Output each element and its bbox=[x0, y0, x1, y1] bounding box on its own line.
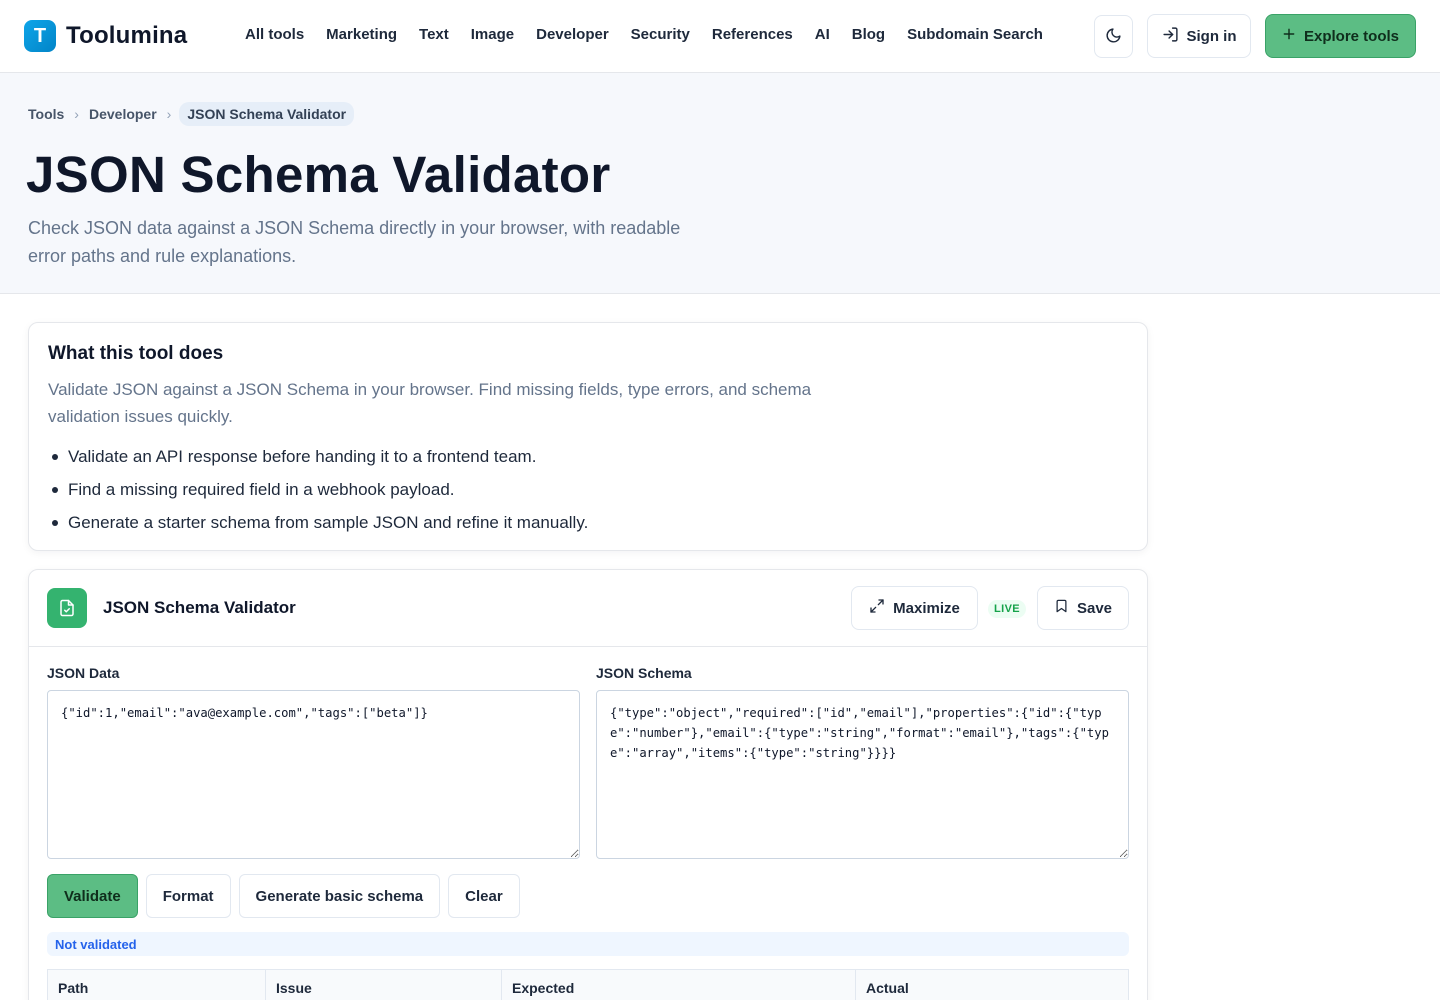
nav-item-subdomain-search[interactable]: Subdomain Search bbox=[907, 26, 1043, 43]
file-check-icon bbox=[47, 588, 87, 628]
nav-item-ai[interactable]: AI bbox=[815, 26, 830, 43]
breadcrumb: Tools › Developer › JSON Schema Validato… bbox=[28, 102, 355, 126]
format-button[interactable]: Format bbox=[145, 874, 231, 918]
column-header-issue: Issue bbox=[265, 969, 502, 1000]
save-button[interactable]: Save bbox=[1037, 586, 1129, 630]
column-header-expected: Expected bbox=[501, 969, 856, 1000]
hero-section: Tools › Developer › JSON Schema Validato… bbox=[0, 73, 1440, 294]
live-badge: LIVE bbox=[988, 600, 1027, 618]
nav-item-developer[interactable]: Developer bbox=[536, 26, 609, 43]
maximize-button[interactable]: Maximize bbox=[851, 586, 978, 630]
action-buttons: Validate Format Generate basic schema Cl… bbox=[47, 874, 520, 918]
save-label: Save bbox=[1076, 599, 1113, 617]
breadcrumb-current: JSON Schema Validator bbox=[179, 102, 355, 126]
nav-item-blog[interactable]: Blog bbox=[852, 26, 885, 43]
use-case-list: Validate an API response before handing … bbox=[48, 440, 588, 539]
nav-item-all-tools[interactable]: All tools bbox=[245, 26, 304, 43]
validate-button[interactable]: Validate bbox=[47, 874, 138, 918]
explore-tools-button[interactable]: Explore tools bbox=[1265, 14, 1416, 58]
chevron-right-icon: › bbox=[166, 106, 172, 122]
nav-item-text[interactable]: Text bbox=[419, 26, 449, 43]
tool-title: JSON Schema Validator bbox=[103, 598, 296, 617]
generate-schema-button[interactable]: Generate basic schema bbox=[238, 874, 441, 918]
nav-item-image[interactable]: Image bbox=[471, 26, 514, 43]
table-header-row: Path Issue Expected Actual bbox=[47, 969, 1129, 1000]
page-title: JSON Schema Validator bbox=[26, 146, 611, 203]
validation-status: Not validated bbox=[47, 932, 1129, 956]
list-item: Find a missing required field in a webho… bbox=[48, 473, 588, 506]
tool-header: JSON Schema Validator Maximize LIVE Save bbox=[29, 570, 1147, 647]
brand-link[interactable]: T Toolumina bbox=[24, 20, 187, 52]
top-navbar: T Toolumina All tools Marketing Text Ima… bbox=[0, 0, 1440, 73]
maximize-label: Maximize bbox=[893, 599, 960, 617]
about-card: What this tool does Validate JSON agains… bbox=[28, 322, 1148, 551]
bookmark-icon bbox=[1054, 598, 1069, 618]
nav-item-references[interactable]: References bbox=[712, 26, 793, 43]
sign-in-label: Sign in bbox=[1186, 27, 1237, 45]
breadcrumb-item-developer[interactable]: Developer bbox=[89, 106, 157, 122]
nav-item-security[interactable]: Security bbox=[631, 26, 690, 43]
main-nav: All tools Marketing Text Image Developer… bbox=[245, 26, 1065, 43]
plus-icon bbox=[1282, 27, 1296, 45]
theme-toggle-button[interactable] bbox=[1094, 15, 1133, 58]
column-header-path: Path bbox=[47, 969, 266, 1000]
tool-card: JSON Schema Validator Maximize LIVE Save… bbox=[28, 569, 1148, 1000]
page-subtitle: Check JSON data against a JSON Schema di… bbox=[28, 218, 681, 266]
json-schema-label: JSON Schema bbox=[596, 665, 692, 681]
chevron-right-icon: › bbox=[74, 106, 79, 122]
json-data-label: JSON Data bbox=[47, 665, 120, 681]
about-title: What this tool does bbox=[48, 343, 224, 364]
moon-icon bbox=[1105, 27, 1122, 47]
sign-in-button[interactable]: Sign in bbox=[1147, 14, 1251, 58]
list-item: Generate a starter schema from sample JS… bbox=[48, 506, 588, 539]
sign-in-icon bbox=[1162, 26, 1179, 47]
brand-logo: T bbox=[24, 20, 56, 52]
clear-button[interactable]: Clear bbox=[448, 874, 520, 918]
nav-item-marketing[interactable]: Marketing bbox=[326, 26, 397, 43]
maximize-icon bbox=[869, 598, 885, 618]
about-description: Validate JSON against a JSON Schema in y… bbox=[48, 380, 812, 426]
json-schema-input[interactable]: {"type":"object","required":["id","email… bbox=[596, 690, 1129, 859]
results-table: Path Issue Expected Actual bbox=[47, 969, 1129, 1000]
explore-tools-label: Explore tools bbox=[1303, 27, 1400, 45]
list-item: Validate an API response before handing … bbox=[48, 440, 588, 473]
json-data-input[interactable]: {"id":1,"email":"ava@example.com","tags"… bbox=[47, 690, 580, 859]
breadcrumb-item-tools[interactable]: Tools bbox=[28, 106, 64, 122]
column-header-actual: Actual bbox=[855, 969, 1129, 1000]
brand-name: Toolumina bbox=[66, 22, 188, 49]
